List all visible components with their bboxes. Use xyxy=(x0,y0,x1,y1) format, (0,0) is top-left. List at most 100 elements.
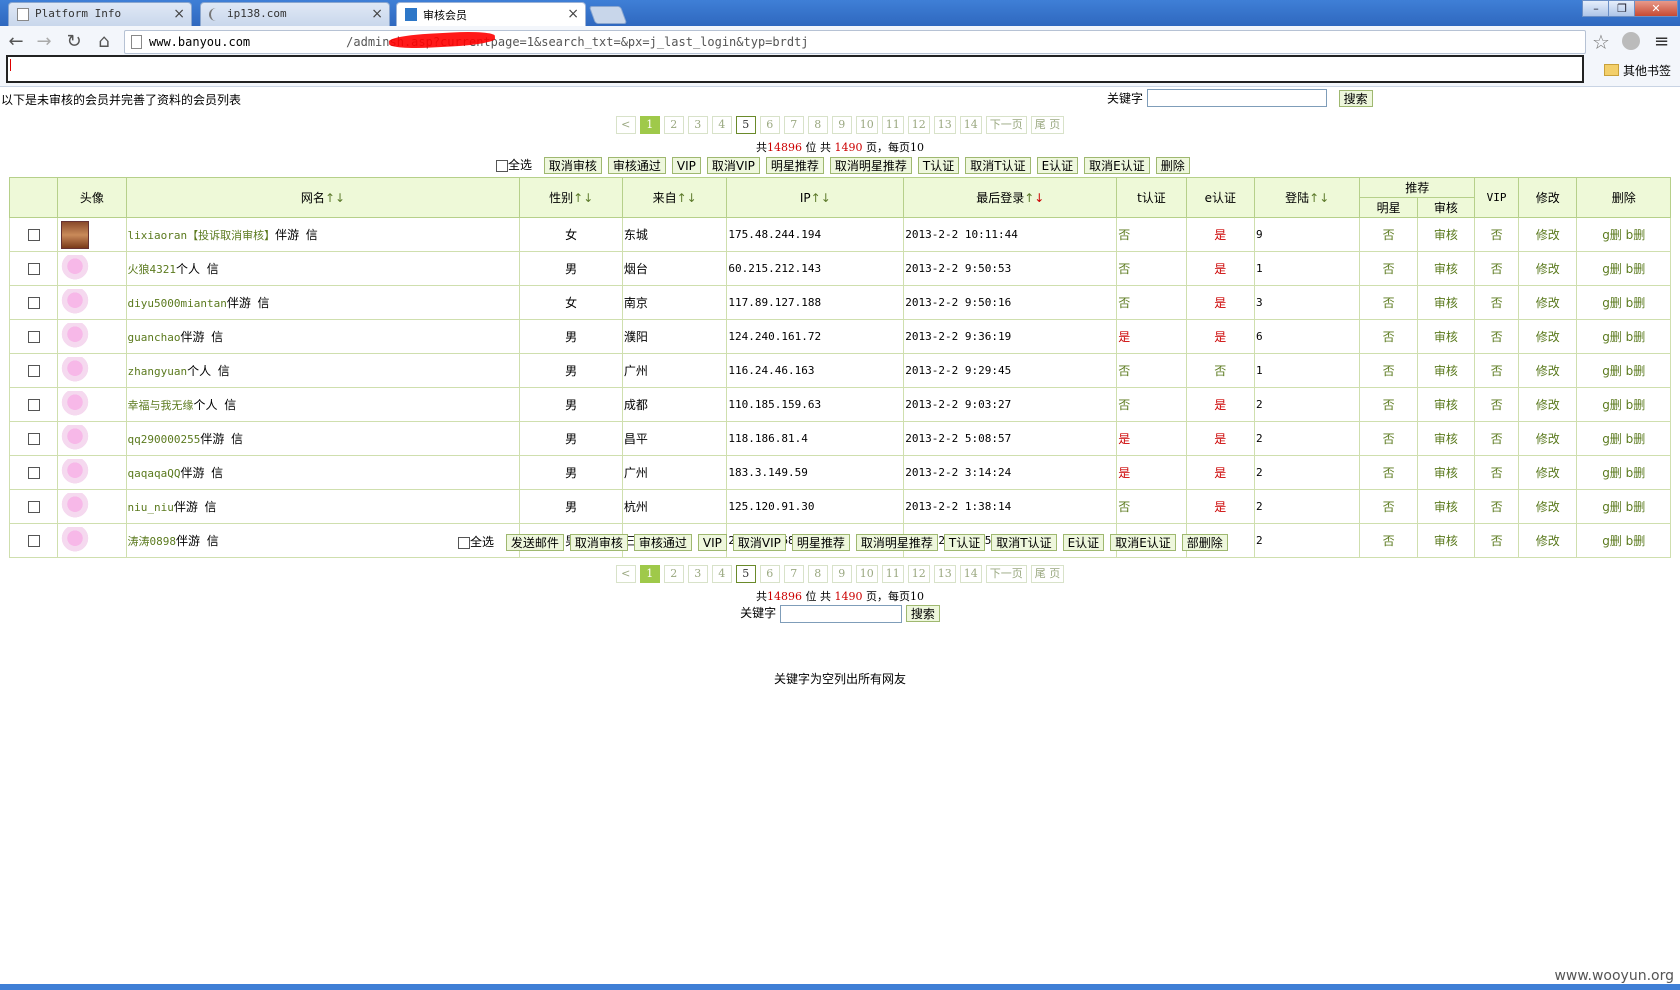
sort-desc-arrow[interactable]: ↓ xyxy=(1034,191,1044,205)
delete-cell[interactable]: g删 b删 xyxy=(1576,421,1671,456)
row-checkbox[interactable] xyxy=(27,467,40,479)
message-link[interactable]: 信 xyxy=(258,296,270,310)
star-cell[interactable]: 否 xyxy=(1359,489,1418,524)
edit-cell[interactable]: 修改 xyxy=(1518,455,1578,490)
vip-cell[interactable]: 否 xyxy=(1473,251,1520,286)
vip-cell[interactable]: 否 xyxy=(1473,285,1520,320)
keyword-input[interactable] xyxy=(780,604,902,623)
message-link[interactable]: 信 xyxy=(205,500,217,514)
avatar[interactable] xyxy=(61,288,90,317)
find-bar-input[interactable] xyxy=(6,55,1584,83)
search-button[interactable]: 搜索 xyxy=(1338,89,1373,107)
edit-cell[interactable]: 修改 xyxy=(1518,489,1578,524)
t-cert-cell[interactable]: 是 xyxy=(1116,421,1187,456)
page-link-12[interactable]: 12 xyxy=(907,565,930,583)
select-all-checkbox[interactable] xyxy=(496,159,508,172)
page-link-4[interactable]: 4 xyxy=(711,116,732,134)
e-cert-cell[interactable]: 是 xyxy=(1185,421,1255,456)
message-link[interactable]: 信 xyxy=(306,228,318,242)
other-bookmarks[interactable]: 其他书签 xyxy=(1604,62,1671,79)
row-checkbox[interactable] xyxy=(27,297,40,309)
delete-cell[interactable]: g删 b删 xyxy=(1576,387,1671,422)
action-button[interactable]: T认证 xyxy=(943,534,986,551)
action-button[interactable]: 明星推荐 xyxy=(765,157,824,174)
edit-cell[interactable]: 修改 xyxy=(1518,285,1578,320)
star-cell[interactable]: 否 xyxy=(1359,285,1418,320)
nickname-link[interactable]: 涛涛0898 xyxy=(128,535,177,548)
nickname-link[interactable]: diyu5000miantan xyxy=(128,297,227,310)
message-link[interactable]: 信 xyxy=(211,330,223,344)
page-link-5[interactable]: 5 xyxy=(735,116,756,134)
sort-asc-arrow[interactable]: ↑ xyxy=(1309,191,1319,205)
close-icon[interactable]: × xyxy=(371,6,383,22)
avatar[interactable] xyxy=(61,492,90,521)
star-cell[interactable]: 否 xyxy=(1359,387,1418,422)
page-link-11[interactable]: 11 xyxy=(881,565,904,583)
page-link-13[interactable]: 13 xyxy=(933,565,956,583)
action-button[interactable]: VIP xyxy=(671,157,701,174)
sort-asc-arrow[interactable]: ↑ xyxy=(573,191,583,205)
next-page-link[interactable]: 下一页 xyxy=(985,116,1027,134)
row-checkbox[interactable] xyxy=(27,501,40,513)
message-link[interactable]: 信 xyxy=(218,364,230,378)
avatar[interactable] xyxy=(61,458,90,487)
action-button[interactable]: 取消T认证 xyxy=(991,534,1057,551)
action-button[interactable]: 取消E认证 xyxy=(1084,157,1150,174)
extension-icon[interactable] xyxy=(1622,32,1640,50)
sort-desc-arrow[interactable]: ↓ xyxy=(335,191,345,205)
action-button[interactable]: 发送邮件 xyxy=(505,534,564,551)
page-link-9[interactable]: 9 xyxy=(831,116,852,134)
tab-review-members[interactable]: 审核会员 × xyxy=(396,2,586,26)
page-link-2[interactable]: 2 xyxy=(663,116,684,134)
vip-cell[interactable]: 否 xyxy=(1473,489,1520,524)
page-link-3[interactable]: 3 xyxy=(687,565,708,583)
page-link-10[interactable]: 10 xyxy=(855,116,878,134)
last-page-link[interactable]: 尾 页 xyxy=(1030,116,1065,134)
avatar[interactable] xyxy=(61,390,90,419)
row-checkbox[interactable] xyxy=(27,535,40,547)
page-link-8[interactable]: 8 xyxy=(807,565,828,583)
action-button[interactable]: 部删除 xyxy=(1181,534,1228,551)
nickname-link[interactable]: qaqaqaQQ xyxy=(128,467,181,480)
edit-cell[interactable]: 修改 xyxy=(1518,387,1578,422)
vip-cell[interactable]: 否 xyxy=(1473,387,1520,422)
star-cell[interactable]: 否 xyxy=(1359,251,1418,286)
row-checkbox[interactable] xyxy=(27,229,40,241)
delete-cell[interactable]: g删 b删 xyxy=(1576,489,1671,524)
page-link-7[interactable]: 7 xyxy=(783,565,804,583)
edit-cell[interactable]: 修改 xyxy=(1518,353,1578,388)
action-button[interactable]: T认证 xyxy=(917,157,960,174)
delete-cell[interactable]: g删 b删 xyxy=(1576,285,1671,320)
action-button[interactable]: 取消T认证 xyxy=(965,157,1031,174)
message-link[interactable]: 信 xyxy=(211,466,223,480)
review-cell[interactable]: 审核 xyxy=(1416,285,1475,320)
sort-asc-arrow[interactable]: ↑ xyxy=(811,191,821,205)
vip-cell[interactable]: 否 xyxy=(1473,319,1520,354)
avatar[interactable] xyxy=(61,220,90,249)
action-button[interactable]: 删除 xyxy=(1155,157,1190,174)
page-link-8[interactable]: 8 xyxy=(807,116,828,134)
forward-arrow-icon[interactable]: → xyxy=(34,32,54,52)
next-page-link[interactable]: 下一页 xyxy=(985,565,1027,583)
tab-ip138[interactable]: ip138.com × xyxy=(200,2,390,26)
t-cert-cell[interactable]: 否 xyxy=(1116,387,1187,422)
delete-cell[interactable]: g删 b删 xyxy=(1576,319,1671,354)
action-button[interactable]: 取消VIP xyxy=(732,534,786,551)
review-cell[interactable]: 审核 xyxy=(1416,319,1475,354)
action-button[interactable]: 取消审核 xyxy=(569,534,628,551)
prev-page-link[interactable]: < xyxy=(615,565,636,583)
delete-cell[interactable]: g删 b删 xyxy=(1576,217,1671,252)
delete-cell[interactable]: g删 b删 xyxy=(1576,353,1671,388)
nickname-link[interactable]: 火狼4321 xyxy=(128,263,177,276)
page-link-6[interactable]: 6 xyxy=(759,565,780,583)
page-link-1[interactable]: 1 xyxy=(639,116,660,134)
back-arrow-icon[interactable]: ← xyxy=(6,32,26,52)
row-checkbox[interactable] xyxy=(27,263,40,275)
review-cell[interactable]: 审核 xyxy=(1416,523,1475,558)
avatar[interactable] xyxy=(61,322,90,351)
page-link-9[interactable]: 9 xyxy=(831,565,852,583)
t-cert-cell[interactable]: 否 xyxy=(1116,353,1187,388)
tab-platform-info[interactable]: Platform Info × xyxy=(8,2,192,26)
sort-desc-arrow[interactable]: ↓ xyxy=(583,191,593,205)
page-link-14[interactable]: 14 xyxy=(959,116,982,134)
